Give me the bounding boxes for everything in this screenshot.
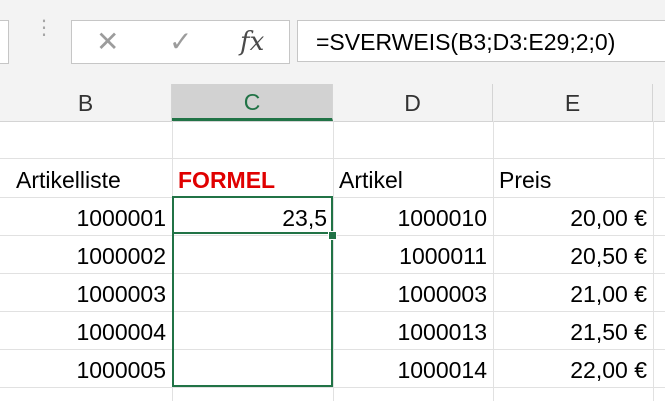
column-header-c[interactable]: C [172, 84, 333, 121]
cell-d6[interactable]: 1000013 [333, 312, 493, 349]
active-cell-border [172, 196, 333, 234]
cell-e2[interactable]: Preis [493, 160, 653, 197]
cell-e4[interactable]: 20,50 € [493, 236, 653, 273]
gridline [0, 387, 665, 388]
cell-e3[interactable]: 20,00 € [493, 198, 653, 235]
cell-d4[interactable]: 1000011 [333, 236, 493, 273]
cancel-icon[interactable]: ✕ [96, 21, 119, 63]
cell-d7[interactable]: 1000014 [333, 350, 493, 387]
column-header-e[interactable]: E [493, 84, 653, 121]
fill-handle[interactable] [328, 231, 337, 240]
cell-e7[interactable]: 22,00 € [493, 350, 653, 387]
gridline [0, 158, 665, 159]
cell-d3[interactable]: 1000010 [333, 198, 493, 235]
cell-b6[interactable]: 1000004 [0, 312, 172, 349]
cell-c2[interactable]: FORMEL [172, 160, 333, 197]
formula-bar: ⋮ ✕ ✓ fx =SVERWEIS(B3;D3:E29;2;0) [0, 0, 665, 85]
cell-b2[interactable]: Artikelliste [0, 160, 172, 197]
worksheet-grid[interactable]: Artikelliste FORMEL Artikel Preis 100000… [0, 121, 665, 401]
insert-function-icon[interactable]: fx [240, 21, 264, 63]
cell-b4[interactable]: 1000002 [0, 236, 172, 273]
formula-bar-grip-icon[interactable]: ⋮ [34, 17, 54, 60]
column-header-b[interactable]: B [0, 84, 172, 121]
cell-e5[interactable]: 21,00 € [493, 274, 653, 311]
enter-icon[interactable]: ✓ [169, 21, 192, 63]
cell-b3[interactable]: 1000001 [0, 198, 172, 235]
cell-e6[interactable]: 21,50 € [493, 312, 653, 349]
cell-d5[interactable]: 1000003 [333, 274, 493, 311]
cell-d2[interactable]: Artikel [333, 160, 493, 197]
column-header-row: B C D E [0, 84, 665, 122]
formula-input[interactable]: =SVERWEIS(B3;D3:E29;2;0) [297, 20, 665, 62]
name-box[interactable] [0, 20, 9, 64]
column-header-d[interactable]: D [333, 84, 493, 121]
cell-b5[interactable]: 1000003 [0, 274, 172, 311]
formula-controls: ✕ ✓ fx [71, 20, 290, 64]
gridline [653, 121, 654, 401]
cell-b7[interactable]: 1000005 [0, 350, 172, 387]
